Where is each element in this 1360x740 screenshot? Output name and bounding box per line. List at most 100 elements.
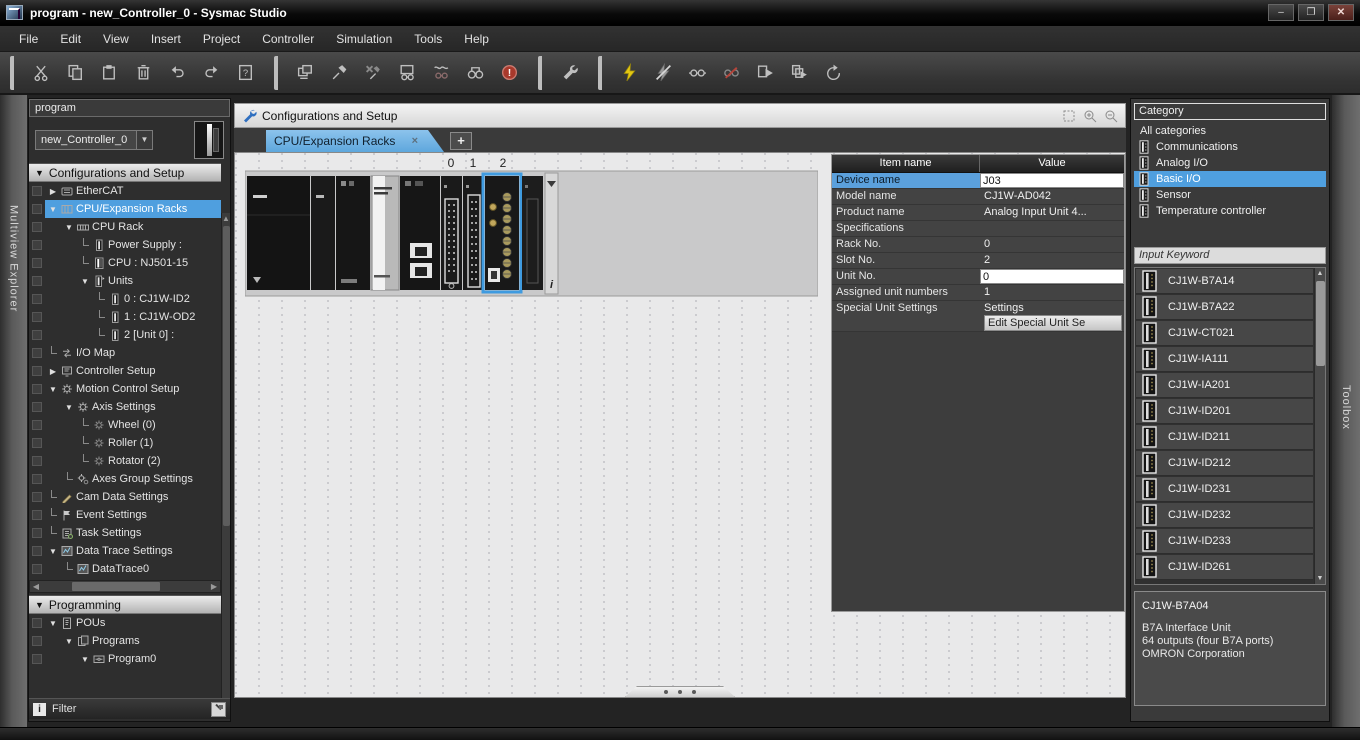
output-errors-icon[interactable]: ! <box>494 59 524 87</box>
abort-build-icon[interactable] <box>358 59 388 87</box>
scroll-up-icon[interactable]: ▲ <box>222 213 230 225</box>
edit-special-unit-settings-button[interactable]: Edit Special Unit Se <box>984 315 1122 331</box>
cut-icon[interactable] <box>26 59 56 87</box>
tree-item-programs[interactable]: ▼Programs <box>29 632 221 650</box>
tree-item-content[interactable]: ▼POUs <box>45 614 221 632</box>
zoom-in-icon[interactable] <box>1082 108 1098 124</box>
menu-insert[interactable]: Insert <box>140 28 192 50</box>
explorer-horizontal-scrollbar[interactable]: ◀ ▶ <box>29 580 221 593</box>
tree-item-power-supply[interactable]: Power Supply : <box>29 236 221 254</box>
collapse-icon[interactable]: ▼ <box>79 655 91 664</box>
tree-item-cpu-expansion-racks[interactable]: ▼CPU/Expansion Racks <box>29 200 221 218</box>
category-all-categories[interactable]: All categories <box>1134 123 1326 139</box>
device-cj1w-ia111[interactable]: CJ1W-IA111 <box>1136 347 1313 372</box>
collapse-icon[interactable]: ▼ <box>63 637 75 646</box>
device-name-input[interactable] <box>980 173 1124 188</box>
copy-icon[interactable] <box>60 59 90 87</box>
menu-simulation[interactable]: Simulation <box>325 28 403 50</box>
tree-item-0-cj1w-id2[interactable]: 0 : CJ1W-ID2 <box>29 290 221 308</box>
help-icon[interactable]: ? <box>230 59 260 87</box>
device-cj1w-id231[interactable]: CJ1W-ID231 <box>1136 477 1313 502</box>
splitter-handle[interactable] <box>625 686 735 697</box>
check-all-programs-icon[interactable] <box>426 59 456 87</box>
tree-elbow[interactable] <box>47 528 59 538</box>
tree-item-content[interactable]: 0 : CJ1W-ID2 <box>93 290 221 308</box>
delete-icon[interactable] <box>128 59 158 87</box>
section-programming[interactable]: ▼ Programming <box>29 595 221 614</box>
collapse-icon[interactable]: ▼ <box>63 403 75 412</box>
scroll-right-icon[interactable]: ▶ <box>208 582 220 591</box>
menu-controller[interactable]: Controller <box>251 28 325 50</box>
tree-elbow[interactable] <box>79 456 91 466</box>
tree-item-content[interactable]: I/O Map <box>45 344 221 362</box>
tree-item-content[interactable]: ▼Programs <box>61 632 221 650</box>
category-temperature-controller[interactable]: Temperature controller <box>1134 203 1326 219</box>
tree-item-content[interactable]: ▼Data Trace Settings <box>45 542 221 560</box>
build-controller-icon[interactable] <box>290 59 320 87</box>
tree-item-cpu-nj501-15[interactable]: CPU : NJ501-15 <box>29 254 221 272</box>
multiview-explorer-strip[interactable]: Multiview Explorer <box>0 95 27 727</box>
collapse-icon[interactable]: ▼ <box>47 385 59 394</box>
tree-elbow[interactable] <box>63 564 75 574</box>
scrollbar-thumb[interactable] <box>223 226 230 526</box>
filter-bar[interactable]: i Filter <box>29 698 230 719</box>
rack-diagram[interactable]: 0 1 2 <box>245 155 818 300</box>
tree-item-axis-settings[interactable]: ▼Axis Settings <box>29 398 221 416</box>
setup-wizard-icon[interactable] <box>554 59 584 87</box>
undo-icon[interactable] <box>162 59 192 87</box>
scrollbar-thumb[interactable] <box>72 582 160 591</box>
collapse-triangle-icon[interactable]: ▼ <box>35 168 44 178</box>
synchronize-icon[interactable] <box>750 59 780 87</box>
go-offline-icon[interactable] <box>648 59 678 87</box>
tree-elbow[interactable] <box>95 294 107 304</box>
category-communications[interactable]: Communications <box>1134 139 1326 155</box>
tree-item-content[interactable]: Cam Data Settings <box>45 488 221 506</box>
tree-item-ethercat[interactable]: ▶EtherCAT <box>29 182 221 200</box>
collapse-icon[interactable]: ▼ <box>63 223 75 232</box>
category-sensor[interactable]: Sensor <box>1134 187 1326 203</box>
tree-item-content[interactable]: Roller (1) <box>77 434 221 452</box>
tree-item-units[interactable]: ▼Units <box>29 272 221 290</box>
tree-item-program0[interactable]: ▼Program0 <box>29 650 221 668</box>
device-cj1w-id261[interactable]: CJ1W-ID261 <box>1136 555 1313 580</box>
tree-item-content[interactable]: Wheel (0) <box>77 416 221 434</box>
device-cj1w-b7a22[interactable]: CJ1W-B7A22 <box>1136 295 1313 320</box>
tree-item-rotator-2[interactable]: Rotator (2) <box>29 452 221 470</box>
tree-item-content[interactable]: CPU : NJ501-15 <box>77 254 221 272</box>
property-label[interactable]: Device name <box>832 173 980 188</box>
collapse-icon[interactable]: ▼ <box>47 619 59 628</box>
device-cj1w-id201[interactable]: CJ1W-ID201 <box>1136 399 1313 424</box>
collapse-icon[interactable]: ▼ <box>79 277 91 286</box>
minimize-button[interactable]: – <box>1268 4 1294 21</box>
fit-to-window-icon[interactable] <box>1061 108 1077 124</box>
category-basic-i-o[interactable]: Basic I/O <box>1134 171 1326 187</box>
device-list-scrollbar[interactable]: ▲ ▼ <box>1314 268 1325 584</box>
tree-elbow[interactable] <box>47 492 59 502</box>
menu-project[interactable]: Project <box>192 28 251 50</box>
tree-item-content[interactable]: Event Settings <box>45 506 221 524</box>
tree-elbow[interactable] <box>47 510 59 520</box>
tree-item-content[interactable]: ▼CPU Rack <box>61 218 221 236</box>
refresh-icon[interactable] <box>818 59 848 87</box>
tree-elbow[interactable] <box>95 330 107 340</box>
tree-item-datatrace0[interactable]: DataTrace0 <box>29 560 221 578</box>
tree-item-content[interactable]: ▼Motion Control Setup <box>45 380 221 398</box>
tree-item-pous[interactable]: ▼POUs <box>29 614 221 632</box>
tree-item-content[interactable]: Task Settings <box>45 524 221 542</box>
scroll-left-icon[interactable]: ◀ <box>30 582 42 591</box>
tree-elbow[interactable] <box>79 258 91 268</box>
expand-icon[interactable]: ▶ <box>47 187 59 196</box>
menu-view[interactable]: View <box>92 28 140 50</box>
device-cj1w-id211[interactable]: CJ1W-ID211 <box>1136 425 1313 450</box>
monitor-icon[interactable] <box>682 59 712 87</box>
tree-item-content[interactable]: 2 [Unit 0] : <box>93 326 221 344</box>
property-label[interactable]: Slot No. <box>832 253 980 268</box>
tree-item-controller-setup[interactable]: ▶Controller Setup <box>29 362 221 380</box>
tree-item-content[interactable]: 1 : CJ1W-OD2 <box>93 308 221 326</box>
tree-item-content[interactable]: Axes Group Settings <box>61 470 221 488</box>
tree-item-content[interactable]: ▶EtherCAT <box>45 182 221 200</box>
toolbox-strip[interactable]: Toolbox <box>1332 95 1360 727</box>
transfer-icon[interactable] <box>784 59 814 87</box>
tree-item-2-unit-0[interactable]: 2 [Unit 0] : <box>29 326 221 344</box>
section-configurations-and-setup[interactable]: ▼ Configurations and Setup <box>29 163 221 182</box>
